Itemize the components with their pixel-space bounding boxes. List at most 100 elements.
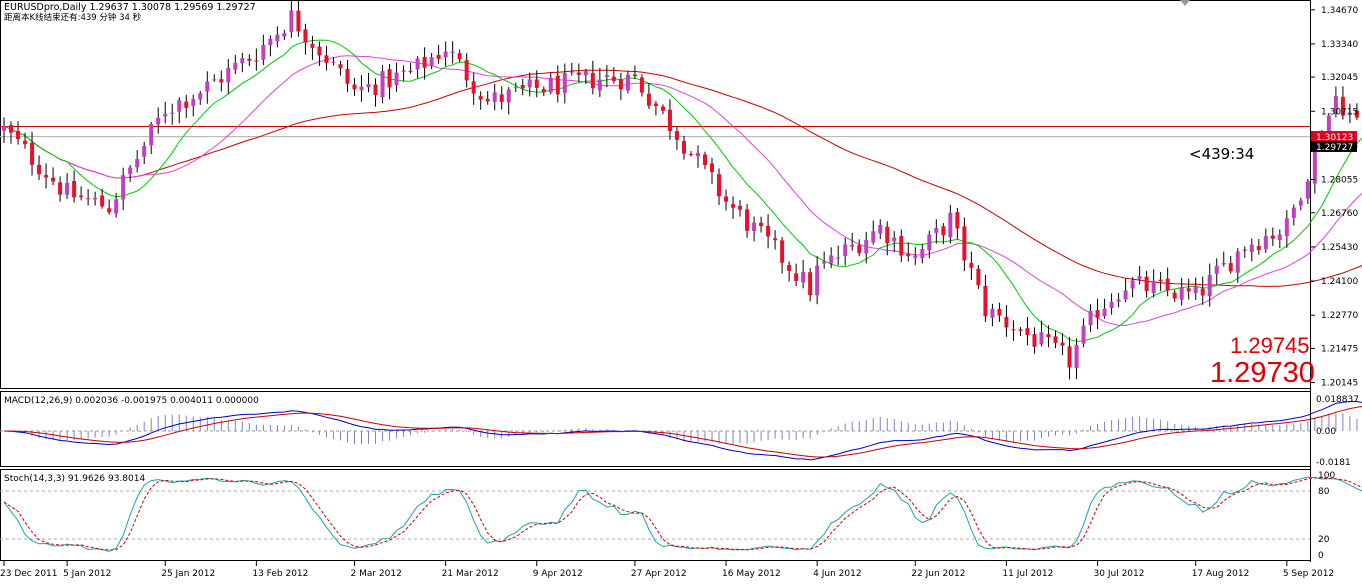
- candle-body: [906, 253, 911, 257]
- candle-body: [100, 195, 105, 207]
- candle-body: [114, 199, 119, 214]
- candle-body: [254, 60, 259, 62]
- candle-body: [121, 175, 126, 200]
- candle-body: [317, 46, 322, 56]
- candle-body: [1165, 278, 1170, 291]
- x-tick-label: 2 Mar 2012: [351, 569, 402, 579]
- metatrader-chart-window: 1.346701.333401.320451.307151.293851.280…: [0, 0, 1362, 585]
- candle-body: [913, 255, 918, 258]
- candle-body: [597, 79, 602, 91]
- candle-body: [191, 99, 196, 106]
- candle-body: [289, 10, 294, 33]
- candle-body: [1067, 346, 1072, 368]
- candle-body: [93, 197, 98, 200]
- y-tick-label: 1.34670: [1321, 6, 1358, 16]
- candle-body: [72, 180, 77, 198]
- candle-body: [471, 81, 476, 94]
- candle-body: [541, 89, 546, 93]
- candle-body: [1291, 207, 1296, 218]
- candle-body: [16, 130, 21, 140]
- candle-body: [1221, 262, 1226, 265]
- candle-body: [366, 83, 371, 88]
- candle-body: [667, 109, 672, 132]
- stoch-tick-label: 0: [1318, 551, 1324, 561]
- candle-body: [583, 71, 588, 76]
- candle-body: [1277, 234, 1282, 240]
- chart-canvas[interactable]: 1.346701.333401.320451.307151.293851.280…: [0, 0, 1362, 585]
- candle-body: [212, 79, 217, 81]
- candle-body: [1312, 148, 1317, 184]
- candle-body: [576, 72, 581, 75]
- candle-body: [569, 71, 574, 73]
- candle-body: [801, 271, 806, 283]
- candle-body: [787, 264, 792, 271]
- candle-body: [1263, 236, 1268, 250]
- candle-body: [646, 93, 651, 106]
- price-pane[interactable]: [0, 0, 1311, 389]
- candle-body: [1186, 288, 1191, 292]
- candle-body: [653, 103, 658, 107]
- x-tick-label: 17 Aug 2012: [1192, 569, 1250, 579]
- symbol-info-text: EURUSDpro,Daily 1.29637 1.30078 1.29569 …: [4, 2, 256, 13]
- candle-body: [233, 62, 238, 70]
- candle-body: [710, 163, 715, 173]
- candle-body: [478, 95, 483, 100]
- candle-body: [660, 106, 665, 111]
- candle-body: [226, 67, 231, 83]
- candle-body: [1032, 334, 1037, 347]
- candle-body: [44, 174, 49, 178]
- candle-body: [310, 43, 315, 48]
- candle-body: [738, 205, 743, 210]
- x-tick-label: 5 Sep 2012: [1283, 569, 1334, 579]
- candle-body: [555, 75, 560, 95]
- candle-body: [829, 255, 834, 264]
- candle-body: [962, 226, 967, 261]
- x-tick-label: 13 Feb 2012: [252, 569, 308, 579]
- last-price-label: 1.29727: [1316, 143, 1353, 153]
- candle-body: [1298, 200, 1303, 206]
- countdown-info-text: 距离本K线结束还有:439 分钟 34 秒: [4, 12, 142, 23]
- candle-body: [1242, 249, 1247, 251]
- candle-body: [520, 85, 525, 89]
- x-tick-label: 27 Apr 2012: [631, 569, 687, 579]
- candle-body: [611, 76, 616, 82]
- candle-body: [296, 10, 301, 32]
- stoch-title: Stoch(14,3,3) 91.9626 93.8014: [4, 474, 145, 484]
- candle-body: [163, 114, 168, 117]
- candle-body: [674, 131, 679, 140]
- candle-body: [808, 272, 813, 296]
- candle-body: [562, 72, 567, 93]
- candle-body: [1151, 280, 1156, 294]
- candle-body: [724, 196, 729, 202]
- candle-body: [401, 70, 406, 72]
- candle-body: [184, 101, 189, 108]
- candle-body: [850, 244, 855, 247]
- candle-body: [1060, 342, 1065, 346]
- candle-body: [843, 244, 848, 256]
- macd-tick-label: 0.00: [1316, 427, 1336, 437]
- candle-body: [794, 273, 799, 282]
- y-tick-label: 1.26760: [1321, 209, 1358, 219]
- candle-body: [688, 153, 693, 155]
- candle-body: [1137, 276, 1142, 280]
- bid-price-overlay: 1.29730: [1210, 357, 1315, 389]
- y-tick-label: 1.33340: [1321, 40, 1358, 50]
- candle-body: [780, 240, 785, 263]
- stoch-pane[interactable]: [0, 469, 1311, 561]
- candle-body: [1074, 344, 1079, 369]
- candle-body: [639, 77, 644, 93]
- candle-body: [65, 182, 70, 195]
- candle-body: [717, 174, 722, 197]
- candle-body: [436, 55, 441, 59]
- candle-body: [1249, 244, 1254, 253]
- candle-body: [934, 227, 939, 233]
- x-tick-label: 23 Dec 2011: [0, 569, 58, 579]
- candle-body: [625, 74, 630, 91]
- candle-body: [885, 226, 890, 244]
- candle-body: [534, 79, 539, 88]
- candle-body: [878, 224, 883, 234]
- candle-body: [1228, 263, 1233, 272]
- x-tick-label: 11 Jul 2012: [1002, 569, 1053, 579]
- candle-body: [9, 125, 14, 133]
- x-tick-label: 30 Jul 2012: [1094, 569, 1145, 579]
